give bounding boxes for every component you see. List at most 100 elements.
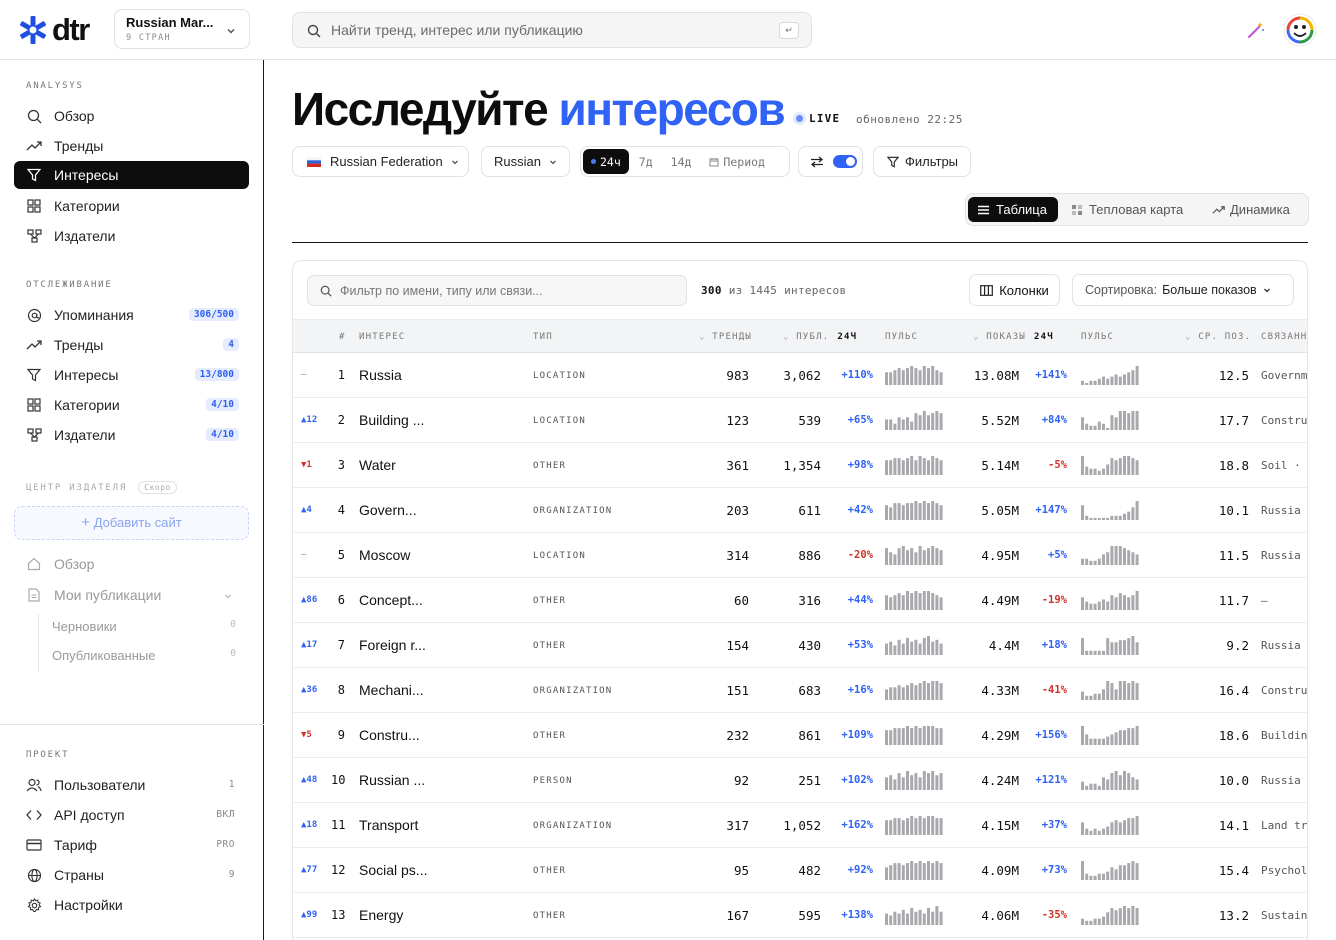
sidebar-item-tracked-categories[interactable]: Категории 4/10 bbox=[14, 391, 249, 419]
filters-button[interactable]: Фильтры bbox=[873, 146, 971, 177]
related-interests[interactable]: Constru bbox=[1261, 684, 1307, 697]
related-interests[interactable]: Psychol bbox=[1261, 864, 1307, 877]
related-interests[interactable]: Russia bbox=[1261, 639, 1307, 652]
sidebar-item-categories[interactable]: Категории bbox=[14, 192, 249, 220]
period-14d[interactable]: 14д bbox=[663, 149, 700, 174]
col-views[interactable]: ⌄ ПОКАЗЫ 24Ч bbox=[973, 332, 1054, 342]
table-row[interactable]: ▼5 9 Constru... OTHER 232 861 +109% 4.29M +156% 1… bbox=[293, 713, 1307, 758]
interest-name[interactable]: Mechani... bbox=[359, 682, 424, 698]
interest-name[interactable]: Water bbox=[359, 457, 396, 473]
workspace-switcher[interactable]: Russian Mar... 9 СТРАН bbox=[114, 9, 250, 49]
related-interests[interactable]: — bbox=[1261, 594, 1307, 607]
trends-count: 203 bbox=[726, 503, 749, 518]
sidebar-item-users[interactable]: Пользователи 1 bbox=[14, 771, 249, 799]
table-row[interactable]: ▲77 12 Social ps... OTHER 95 482 +92% 4.09M +73%… bbox=[293, 848, 1307, 893]
table-row[interactable]: ▼1 3 Water OTHER 361 1,354 +98% 5.14M -5% 18.8 Soi… bbox=[293, 443, 1307, 488]
table-row[interactable]: ▲18 11 Transport ORGANIZATION 317 1,052 +162% 4… bbox=[293, 803, 1307, 848]
col-interest[interactable]: ИНТЕРЕС bbox=[359, 332, 405, 342]
table-filter[interactable] bbox=[307, 275, 687, 306]
period-custom[interactable]: Период bbox=[701, 149, 773, 174]
logo[interactable]: dtr bbox=[18, 14, 90, 46]
sort-select[interactable]: Сортировка: Больше показов bbox=[1072, 274, 1294, 306]
toggle-switch[interactable] bbox=[833, 155, 857, 168]
sidebar-item-trends[interactable]: Тренды bbox=[14, 132, 249, 160]
interest-name[interactable]: Russian ... bbox=[359, 772, 425, 788]
sidebar-item-plan[interactable]: Тариф PRO bbox=[14, 831, 249, 859]
sidebar-item-drafts[interactable]: Черновики 0 bbox=[52, 619, 242, 634]
sidebar-item-overview[interactable]: Обзор bbox=[14, 102, 249, 130]
sidebar-item-publishers[interactable]: Издатели bbox=[14, 222, 249, 250]
table-row[interactable]: ▲86 6 Concept... OTHER 60 316 +44% 4.49M -19% 11.… bbox=[293, 578, 1307, 623]
table-row[interactable]: — 1 Russia LOCATION 983 3,062 +110% 13.08M +141%… bbox=[293, 353, 1307, 398]
table-row[interactable]: ▲4 4 Govern... ORGANIZATION 203 611 +42% 5.05M +… bbox=[293, 488, 1307, 533]
pulse-bar bbox=[931, 501, 935, 520]
interest-name[interactable]: Constru... bbox=[359, 727, 420, 743]
sidebar-item-tracked-publishers[interactable]: Издатели 4/10 bbox=[14, 421, 249, 449]
tab-table[interactable]: Таблица bbox=[968, 197, 1058, 222]
pulse-bar bbox=[906, 726, 909, 745]
period-7d[interactable]: 7д bbox=[631, 149, 661, 174]
interest-name[interactable]: Energy bbox=[359, 907, 403, 923]
views-count: 4.95M bbox=[981, 548, 1019, 563]
tab-heatmap[interactable]: Тепловая карта bbox=[1062, 197, 1193, 222]
related-interests[interactable]: Russia bbox=[1261, 504, 1307, 517]
sidebar-item-interests[interactable]: Интересы bbox=[14, 161, 249, 189]
pulse-bar bbox=[1135, 460, 1139, 475]
sidebar-item-tracked-interests[interactable]: Интересы 13/800 bbox=[14, 361, 249, 389]
columns-button[interactable]: Колонки bbox=[969, 274, 1060, 306]
table-filter-input[interactable] bbox=[340, 276, 680, 305]
logo-asterisk-icon bbox=[19, 16, 47, 44]
sidebar-item-pub-overview[interactable]: Обзор bbox=[14, 550, 249, 578]
sidebar-item-api[interactable]: API доступ ВКЛ bbox=[14, 801, 249, 829]
col-trends[interactable]: ⌄ ТРЕНДЫ bbox=[699, 332, 752, 342]
related-interests[interactable]: Russia bbox=[1261, 774, 1307, 787]
pulse-bar bbox=[922, 913, 926, 925]
related-interests[interactable]: Constru bbox=[1261, 414, 1307, 427]
table-row[interactable]: ▲17 7 Foreign r... OTHER 154 430 +53% 4.4M +18% 9… bbox=[293, 623, 1307, 668]
interest-name[interactable]: Foreign r... bbox=[359, 637, 426, 653]
table-row[interactable]: — 5 Moscow LOCATION 314 886 -20% 4.95M +5% 11.5 Ru… bbox=[293, 533, 1307, 578]
publications-count: 3,062 bbox=[783, 368, 821, 383]
interest-type: OTHER bbox=[533, 911, 567, 921]
interest-name[interactable]: Moscow bbox=[359, 547, 410, 563]
interest-name[interactable]: Govern... bbox=[359, 502, 417, 518]
period-24h[interactable]: 24ч bbox=[583, 149, 629, 174]
result-count-shown: 300 bbox=[701, 284, 722, 297]
interest-name[interactable]: Transport bbox=[359, 817, 418, 833]
sidebar-item-my-publications[interactable]: Мои публикации bbox=[14, 581, 249, 609]
col-type[interactable]: ТИП bbox=[533, 332, 553, 342]
table-row[interactable]: ▲36 8 Mechani... ORGANIZATION 151 683 +16% 4.33… bbox=[293, 668, 1307, 713]
table-row[interactable]: ▲99 13 Energy OTHER 167 595 +138% 4.06M -35% 13.2… bbox=[293, 893, 1307, 938]
tab-dynamics[interactable]: Динамика bbox=[1202, 197, 1300, 222]
interest-name[interactable]: Concept... bbox=[359, 592, 423, 608]
global-search[interactable]: ↵ bbox=[292, 12, 812, 48]
related-interests[interactable]: Russia bbox=[1261, 549, 1307, 562]
user-avatar[interactable] bbox=[1283, 13, 1317, 47]
pulse-bar bbox=[1085, 382, 1089, 385]
sidebar-item-tracked-trends[interactable]: Тренды 4 bbox=[14, 331, 249, 359]
sidebar-item-countries[interactable]: Страны 9 bbox=[14, 861, 249, 889]
related-interests[interactable]: Land tr bbox=[1261, 819, 1307, 832]
related-interests[interactable]: Buildin bbox=[1261, 729, 1307, 742]
language-select[interactable]: Russian bbox=[481, 146, 570, 177]
col-avg-position[interactable]: ⌄ СР. ПОЗ. bbox=[1185, 332, 1251, 342]
related-interests[interactable]: Sustain bbox=[1261, 909, 1307, 922]
sidebar-item-mentions[interactable]: Упоминания 306/500 bbox=[14, 301, 249, 329]
interest-name[interactable]: Building ... bbox=[359, 412, 424, 428]
magic-wand-icon[interactable] bbox=[1246, 20, 1266, 40]
interest-name[interactable]: Russia bbox=[359, 367, 402, 383]
global-search-input[interactable] bbox=[331, 13, 771, 47]
interest-name[interactable]: Social ps... bbox=[359, 862, 427, 878]
related-interests[interactable]: Governm bbox=[1261, 369, 1307, 382]
publications-change: +42% bbox=[847, 504, 873, 516]
related-interests[interactable]: Soil · bbox=[1261, 459, 1307, 472]
sidebar-item-settings[interactable]: Настройки bbox=[14, 891, 249, 919]
table-row[interactable]: ▲12 2 Building ... LOCATION 123 539 +65% 5.52M +… bbox=[293, 398, 1307, 443]
col-num[interactable]: # bbox=[339, 332, 346, 342]
compare-toggle[interactable] bbox=[798, 146, 863, 177]
table-row[interactable]: ▲48 10 Russian ... PERSON 92 251 +102% 4.24M +12… bbox=[293, 758, 1307, 803]
col-pubs[interactable]: ⌄ ПУБЛ. 24Ч bbox=[783, 332, 857, 342]
country-select[interactable]: Russian Federation bbox=[292, 146, 469, 177]
sidebar-item-published[interactable]: Опубликованные 0 bbox=[52, 648, 242, 663]
add-site-button[interactable]: + Добавить сайт bbox=[14, 506, 249, 540]
